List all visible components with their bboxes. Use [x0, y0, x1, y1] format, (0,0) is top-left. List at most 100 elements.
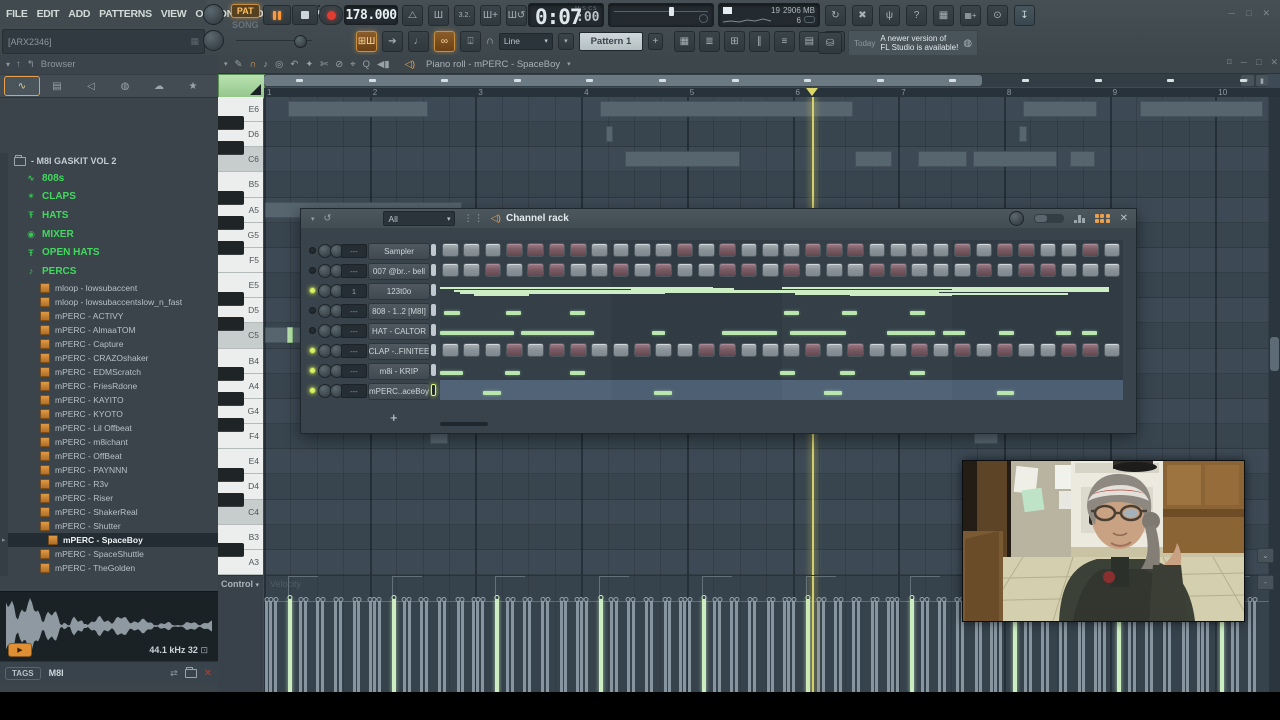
sample-item[interactable]: mPERC - AlmaaTOM: [0, 323, 218, 337]
channel-name-button[interactable]: CLAP -..FINITEE: [368, 342, 430, 360]
step-button[interactable]: [932, 242, 950, 257]
control-lane-selector[interactable]: Control ▾: [218, 575, 263, 692]
note[interactable]: [1140, 101, 1263, 117]
scroll-end-button[interactable]: ▮: [1256, 75, 1268, 86]
step-button[interactable]: [591, 242, 608, 257]
channel-pattern-area[interactable]: [440, 340, 1123, 360]
step-button[interactable]: [484, 342, 502, 357]
tab-files[interactable]: ▤: [40, 77, 74, 95]
channel-pattern-area[interactable]: [440, 360, 1123, 380]
step-button[interactable]: [484, 262, 502, 277]
step-button[interactable]: [676, 262, 694, 277]
step-button[interactable]: [1103, 342, 1121, 357]
slice-tool-icon[interactable]: ✄: [320, 59, 328, 70]
blend-recording-icon[interactable]: Ш+: [480, 5, 501, 26]
rack-swap-icon[interactable]: ↺: [324, 213, 332, 224]
project-picker-icon[interactable]: ▤: [798, 30, 820, 52]
step-button[interactable]: [783, 342, 800, 357]
loop-record-icon[interactable]: Ш↺: [506, 5, 527, 26]
shop-cart-icon[interactable]: ⛁: [818, 32, 842, 54]
channel-filter-selector[interactable]: All ▾: [383, 211, 456, 226]
graph-editor-icon[interactable]: [1074, 214, 1085, 223]
step-button[interactable]: [612, 262, 630, 277]
velocity-stem[interactable]: [583, 597, 589, 693]
piano-roll-title[interactable]: Piano roll - mPERC - SpaceBoy: [426, 59, 560, 70]
note[interactable]: [1023, 101, 1097, 117]
tab-favorites[interactable]: ★: [176, 77, 210, 95]
velocity-stem[interactable]: [625, 597, 631, 693]
channel-select-indicator[interactable]: [431, 364, 436, 376]
save-icon[interactable]: ▦: [933, 5, 954, 26]
velocity-stem[interactable]: [941, 597, 947, 693]
preview-play-button[interactable]: ▶: [8, 643, 32, 657]
velocity-stem[interactable]: [717, 597, 723, 693]
tree-group-hats[interactable]: Ŧ HATS: [0, 206, 218, 225]
channel-mute-led[interactable]: [309, 327, 316, 334]
velocity-stem[interactable]: [851, 597, 856, 693]
step-button[interactable]: [442, 262, 459, 277]
refresh-icon[interactable]: ⇄: [170, 668, 178, 679]
add-channel-button[interactable]: +: [390, 410, 398, 425]
velocity-stem[interactable]: [919, 597, 925, 693]
channel-pattern-area[interactable]: [440, 240, 1123, 260]
sample-item[interactable]: mloop - lowsubaccentslow_n_fast: [0, 295, 218, 309]
step-button[interactable]: [890, 262, 907, 277]
sample-item[interactable]: mPERC - CRAZOshaker: [0, 351, 218, 365]
step-button[interactable]: [847, 262, 864, 277]
channel-display[interactable]: ---: [341, 384, 367, 398]
step-button[interactable]: [740, 342, 758, 357]
piano-keyboard[interactable]: E6 D6 C6 B5 A5 G5 F5 E5 D5 C5 B4 A4 G4 F4 E4 D4 C4 B3 A3: [218, 97, 263, 576]
velocity-stem[interactable]: [821, 597, 826, 693]
velocity-stem[interactable]: [475, 597, 481, 693]
pr-close-icon[interactable]: ✕: [1270, 57, 1278, 68]
velocity-stem[interactable]: [687, 597, 693, 693]
step-button[interactable]: [655, 342, 672, 357]
velocity-stem[interactable]: [747, 597, 753, 693]
step-button[interactable]: [804, 242, 822, 257]
velocity-stem[interactable]: [356, 597, 361, 693]
undo-icon[interactable]: ↻: [825, 5, 846, 26]
sample-item[interactable]: mPERC - OffBeat: [0, 449, 218, 463]
note[interactable]: [600, 101, 853, 117]
velocity-stem[interactable]: [870, 597, 875, 693]
step-button[interactable]: [911, 262, 928, 277]
step-button[interactable]: [1082, 242, 1099, 257]
channel-pattern-area[interactable]: [440, 260, 1123, 280]
step-button[interactable]: [954, 262, 971, 277]
velocity-stem[interactable]: [352, 597, 357, 693]
zoom-tool-icon[interactable]: Q: [363, 59, 370, 70]
step-button[interactable]: [868, 242, 886, 257]
channel-select-indicator[interactable]: [431, 324, 436, 336]
piano-roll-corner-widget[interactable]: [218, 74, 265, 99]
piano-black-key[interactable]: [218, 316, 244, 331]
velocity-stem-selected[interactable]: [287, 595, 293, 693]
velocity-stem[interactable]: [480, 597, 486, 693]
playback-tool-icon[interactable]: ◀▮: [377, 59, 390, 70]
stop-button[interactable]: [292, 5, 318, 25]
step-button[interactable]: [548, 262, 566, 277]
snap-menu-arrow[interactable]: ▾: [557, 32, 574, 50]
piano-black-key[interactable]: [218, 367, 244, 382]
velocity-stem[interactable]: [889, 597, 895, 693]
pr-detach-icon[interactable]: ⌑: [1227, 57, 1232, 68]
pattern-mode-button[interactable]: PAT: [230, 4, 260, 18]
step-button[interactable]: [826, 262, 843, 277]
note[interactable]: [288, 101, 428, 117]
pr-minimize-icon[interactable]: ─: [1241, 57, 1247, 68]
piano-black-key[interactable]: [218, 392, 244, 407]
velocity-stem[interactable]: [682, 597, 688, 693]
step-button[interactable]: [1082, 342, 1099, 357]
note[interactable]: [606, 126, 613, 143]
velocity-stem[interactable]: [648, 597, 654, 693]
velocity-stem-selected[interactable]: [598, 595, 604, 693]
open-folder-icon[interactable]: [184, 666, 197, 678]
browser-panel-icon[interactable]: ≡: [773, 30, 795, 52]
velocity-stem[interactable]: [954, 597, 960, 693]
rack-close-icon[interactable]: ✕: [1120, 213, 1128, 224]
select-tool-icon[interactable]: ⌖: [350, 59, 355, 70]
step-button[interactable]: [570, 262, 587, 277]
note[interactable]: [855, 151, 892, 168]
sample-item[interactable]: mloop - lowsubaccent: [0, 281, 218, 295]
step-button[interactable]: [484, 242, 502, 257]
note-tool-icon[interactable]: ♪: [263, 59, 268, 70]
